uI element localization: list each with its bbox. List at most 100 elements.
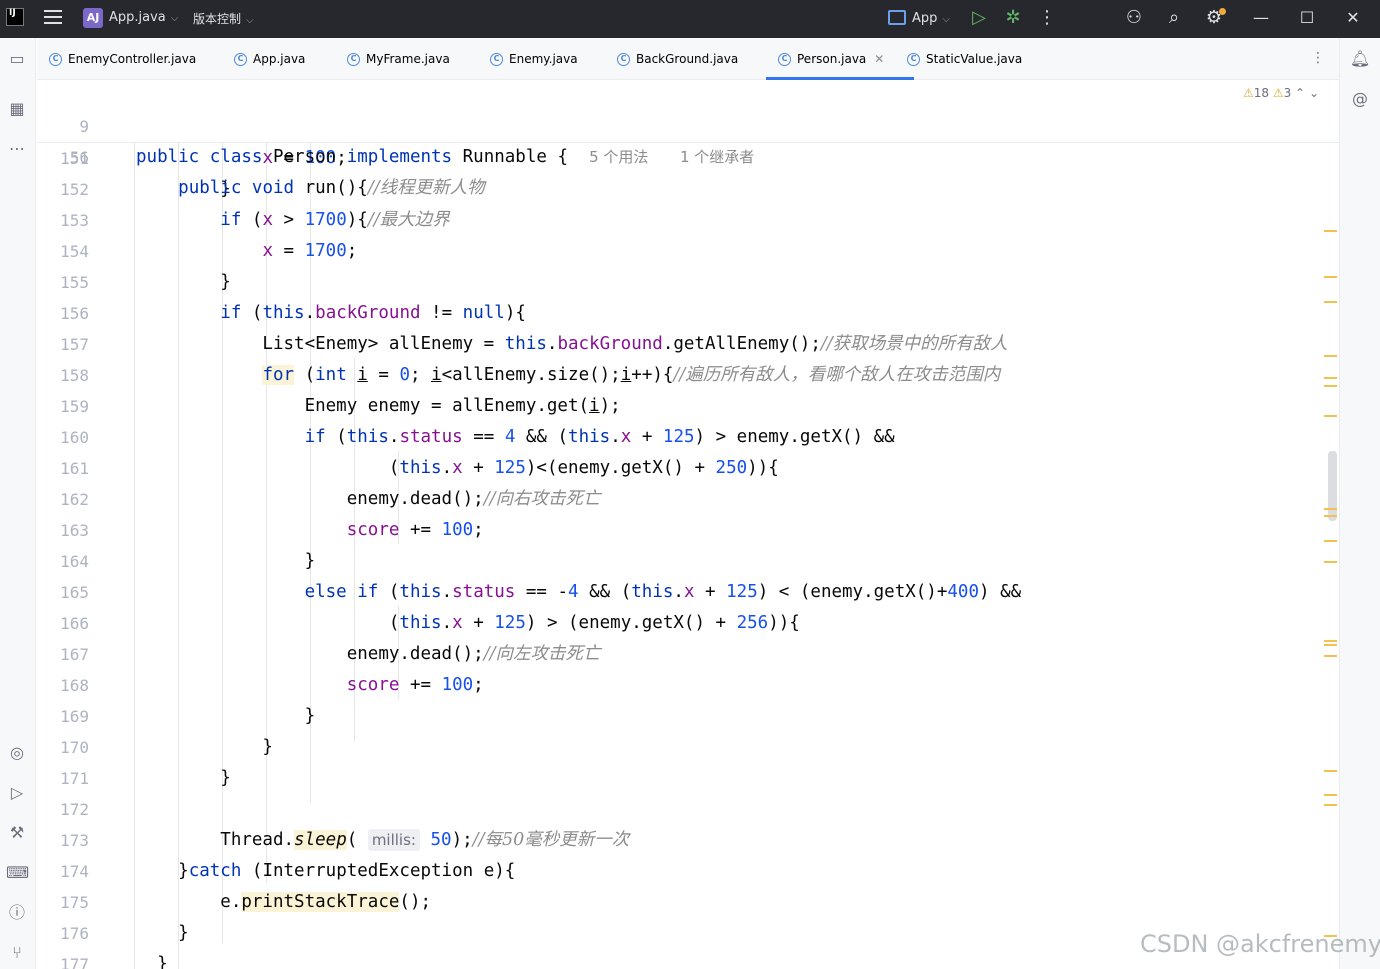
warning-marker[interactable]	[1324, 655, 1337, 657]
code-comment: //每50毫秒更新一次	[472, 830, 630, 850]
code-line: 9 public class Person implements Runnabl…	[37, 80, 1339, 167]
warning-marker[interactable]	[1324, 377, 1337, 379]
chevron-down-icon: ⌵	[170, 13, 179, 24]
close-tab-icon[interactable]: ✕	[874, 52, 884, 66]
tab-myframe[interactable]: C MyFrame.java	[347, 38, 450, 80]
warning-marker[interactable]	[1324, 794, 1337, 796]
inspection-widget[interactable]: ⚠18 ⚠3 ⌃ ⌄	[1243, 86, 1319, 100]
code-line: 161 (this.x + 125)<(enemy.getX() + 250))…	[37, 453, 1339, 484]
right-tool-strip: 🔔︎ @	[1339, 38, 1380, 969]
usages-hint[interactable]: 5 个用法	[589, 148, 648, 166]
line-number: 154	[60, 242, 89, 261]
code-line: 175 e.printStackTrace();	[37, 887, 1339, 918]
code-line: 157 List<Enemy> allEnemy = this.backGrou…	[37, 329, 1339, 360]
settings-gear-icon[interactable]: ⚙	[1202, 6, 1226, 30]
code-line: 165 else if (this.status == -4 && (this.…	[37, 577, 1339, 608]
watermark: CSDN @akcfrenemy	[1140, 930, 1380, 958]
ai-assistant-icon[interactable]: @	[1349, 88, 1371, 110]
add-user-icon[interactable]: ⚇	[1122, 6, 1146, 30]
run-icon[interactable]: ▷	[967, 6, 991, 30]
problems-icon[interactable]: ⓘ	[6, 902, 28, 924]
project-folder-icon[interactable]: ▭	[6, 48, 28, 70]
line-number: 163	[60, 521, 89, 540]
tab-enemy[interactable]: C Enemy.java	[490, 38, 578, 80]
git-branch-icon[interactable]: ⑂	[6, 942, 28, 964]
code-line: 156 if (this.backGround != null){	[37, 298, 1339, 329]
warning-marker[interactable]	[1324, 508, 1337, 510]
line-number: 160	[60, 428, 89, 447]
main-menu-icon[interactable]	[44, 10, 62, 26]
close-window-button[interactable]: ✕	[1330, 0, 1376, 38]
code-line: 174 }catch (InterruptedException e){	[37, 856, 1339, 887]
class-icon: C	[778, 53, 791, 66]
project-selector[interactable]: App.java ⌵	[109, 10, 178, 25]
tab-background[interactable]: C BackGround.java	[617, 38, 738, 80]
build-hammer-icon[interactable]: ⚒	[6, 822, 28, 844]
line-number: 172	[60, 800, 89, 819]
warning-marker[interactable]	[1324, 561, 1337, 563]
minimize-button[interactable]: —	[1238, 0, 1284, 38]
line-number: 175	[60, 893, 89, 912]
warning-marker[interactable]	[1324, 770, 1337, 772]
line-number: 168	[60, 676, 89, 695]
warning-marker[interactable]	[1324, 276, 1337, 278]
warning-marker[interactable]	[1324, 301, 1337, 303]
tab-label: BackGround.java	[636, 52, 739, 66]
tab-staticvalue[interactable]: C StaticValue.java	[907, 38, 1022, 80]
code-editor[interactable]: 9 public class Person implements Runnabl…	[37, 80, 1339, 969]
line-number: 167	[60, 645, 89, 664]
warning-marker[interactable]	[1324, 804, 1337, 806]
run-tool-icon[interactable]: ▷	[6, 782, 28, 804]
editor-tabs: C EnemyController.java C App.java C MyFrame…	[37, 38, 1339, 80]
line-number: 161	[60, 459, 89, 478]
intellij-logo[interactable]: IJ	[6, 8, 24, 26]
code-comment: //向右攻击死亡	[483, 489, 601, 509]
warning-marker[interactable]	[1324, 515, 1337, 517]
next-problem-icon[interactable]: ⌄	[1309, 86, 1319, 100]
code-line: 158 for (int i = 0; i<allEnemy.size();i+…	[37, 360, 1339, 391]
tab-person[interactable]: C Person.java ✕	[766, 38, 915, 80]
structure-icon[interactable]: ▦	[6, 98, 28, 120]
project-badge[interactable]: AJ	[83, 8, 103, 28]
search-icon[interactable]: ⌕	[1162, 6, 1186, 30]
tabs-more-icon[interactable]: ⋮	[1311, 50, 1325, 66]
warning-marker[interactable]	[1324, 540, 1337, 542]
line-number: 158	[60, 366, 89, 385]
warning-marker[interactable]	[1324, 355, 1337, 357]
tab-label: Person.java	[797, 52, 867, 66]
chevron-down-icon: ⌵	[942, 14, 950, 25]
vcs-widget[interactable]: 版本控制 ⌵	[193, 10, 254, 27]
services-icon[interactable]: ◎	[6, 742, 28, 764]
line-number: 177	[60, 955, 89, 969]
notifications-bell-icon[interactable]: 🔔︎	[1349, 48, 1371, 70]
tab-enemycontroller[interactable]: C EnemyController.java	[49, 38, 196, 80]
warning-marker[interactable]	[1324, 230, 1337, 232]
more-actions-icon[interactable]: ⋮	[1035, 6, 1059, 30]
warning-marker[interactable]	[1324, 415, 1337, 417]
code-line: 166 (this.x + 125) > (enemy.getX() + 256…	[37, 608, 1339, 639]
code-line: 56 public void run(){//线程更新人物	[37, 111, 1339, 198]
maximize-button[interactable]: ☐	[1284, 0, 1330, 38]
debug-icon[interactable]: ✲	[1001, 6, 1025, 30]
code-line: 163 score += 100;	[37, 515, 1339, 546]
code-line: 160 if (this.status == 4 && (this.x + 12…	[37, 422, 1339, 453]
terminal-icon[interactable]: ⌨	[6, 862, 29, 884]
code-line: 173 Thread.sleep( millis: 50);//每50毫秒更新一…	[37, 825, 1339, 856]
warning-marker[interactable]	[1324, 385, 1337, 387]
chevron-down-icon: ⌵	[246, 15, 254, 26]
more-tools-icon[interactable]: ⋯	[6, 138, 28, 160]
warning-marker[interactable]	[1324, 644, 1337, 646]
code-line: 168 score += 100;	[37, 670, 1339, 701]
code-comment: //遍历所有敌人，看哪个敌人在攻击范围内	[673, 365, 1001, 385]
code-line: 154 x = 1700;	[37, 236, 1339, 267]
prev-problem-icon[interactable]: ⌃	[1295, 86, 1305, 100]
code-line: 171 }	[37, 763, 1339, 794]
line-number: 157	[60, 335, 89, 354]
warning-marker[interactable]	[1324, 640, 1337, 642]
line-number: 165	[60, 583, 89, 602]
code-comment: //获取场景中的所有敌人	[820, 334, 1008, 354]
tab-app[interactable]: C App.java	[234, 38, 305, 80]
warning-count: 18	[1253, 86, 1269, 100]
inheritors-hint[interactable]: 1 个继承者	[680, 148, 754, 166]
editor-scrollbar[interactable]	[1328, 451, 1337, 521]
